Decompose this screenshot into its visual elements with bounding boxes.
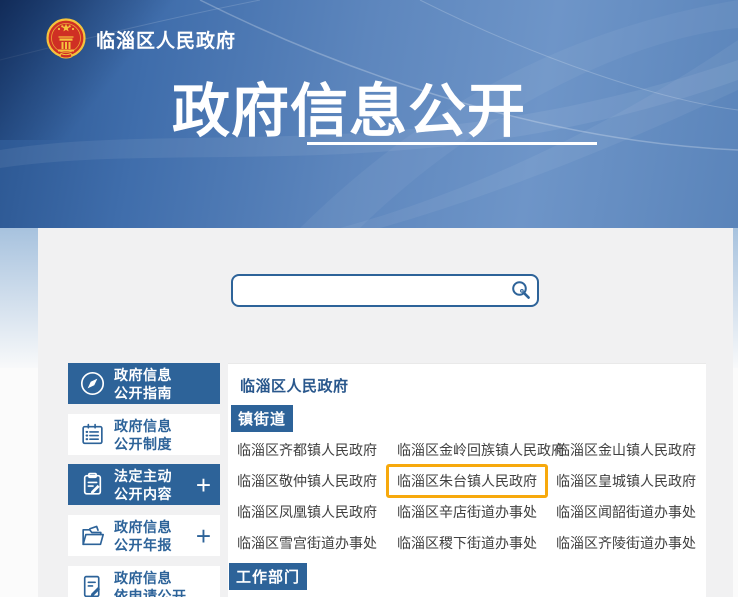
gov-link[interactable]: 临淄区皇城镇人民政府 bbox=[556, 471, 707, 491]
gov-link[interactable]: 临淄区金岭回族镇人民政府 bbox=[397, 440, 556, 460]
page: 临淄区人民政府 政府信息公开 bbox=[0, 0, 738, 597]
sidebar-item-guide[interactable]: 政府信息 公开指南 bbox=[68, 363, 220, 404]
page-title: 政府信息公开 bbox=[172, 64, 526, 148]
search-button[interactable] bbox=[505, 276, 537, 305]
section-badge-towns: 镇街道 bbox=[231, 405, 293, 432]
gov-link[interactable]: 临淄区辛店街道办事处 bbox=[397, 502, 556, 522]
sidebar-item-label: 法定主动 公开内容 bbox=[114, 467, 172, 503]
search-box bbox=[231, 274, 539, 307]
gov-link[interactable]: 临淄区敬仲镇人民政府 bbox=[237, 471, 397, 491]
background-right-strip bbox=[733, 228, 738, 368]
sidebar-item-rules[interactable]: 政府信息 公开制度 bbox=[68, 414, 220, 455]
section-badge-departments: 工作部门 bbox=[229, 563, 307, 590]
clipboard-pencil-icon bbox=[79, 471, 106, 498]
compass-icon bbox=[79, 370, 106, 397]
magnifier-icon bbox=[509, 279, 533, 303]
content-panel: 政府信息 公开指南 政府信息 公开制度 bbox=[38, 228, 733, 597]
sidebar-item-statutory-disclosure[interactable]: 法定主动 公开内容 + bbox=[68, 464, 220, 505]
expand-plus-icon[interactable]: + bbox=[196, 523, 211, 549]
town-links-grid: 临淄区齐都镇人民政府 临淄区金岭回族镇人民政府 临淄区金山镇人民政府 临淄区敬仲… bbox=[237, 434, 707, 558]
gov-link[interactable]: 临淄区凤凰镇人民政府 bbox=[237, 502, 397, 522]
sidebar-item-label: 政府信息 依申请公开 bbox=[114, 569, 187, 597]
ledger-list-icon bbox=[79, 421, 106, 448]
gov-link[interactable]: 临淄区雪宫街道办事处 bbox=[237, 533, 397, 553]
gov-link[interactable]: 临淄区闻韶街道办事处 bbox=[556, 502, 707, 522]
main-content: 临淄区人民政府 镇街道 临淄区齐都镇人民政府 临淄区金岭回族镇人民政府 临淄区金… bbox=[228, 363, 706, 597]
background-left-strip bbox=[0, 228, 40, 368]
sidebar-item-label: 政府信息 公开年报 bbox=[114, 518, 172, 554]
folder-icon bbox=[79, 522, 106, 549]
highlight-box: 临淄区朱台镇人民政府 bbox=[386, 464, 548, 498]
sidebar-item-annual-report[interactable]: 政府信息 公开年报 + bbox=[68, 515, 220, 556]
national-emblem-icon bbox=[46, 18, 86, 60]
document-pencil-icon bbox=[79, 573, 106, 597]
gov-link[interactable]: 临淄区稷下街道办事处 bbox=[397, 533, 556, 553]
expand-plus-icon[interactable]: + bbox=[196, 472, 211, 498]
main-heading: 临淄区人民政府 bbox=[240, 375, 349, 396]
sidebar-item-disclosure-upon-request[interactable]: 政府信息 依申请公开 bbox=[68, 566, 220, 597]
title-underline bbox=[307, 142, 597, 145]
gov-link-highlighted[interactable]: 临淄区朱台镇人民政府 bbox=[397, 464, 556, 498]
gov-link[interactable]: 临淄区金山镇人民政府 bbox=[556, 440, 707, 460]
search-input[interactable] bbox=[233, 276, 505, 305]
site-name: 临淄区人民政府 bbox=[96, 26, 236, 53]
gov-link[interactable]: 临淄区齐陵街道办事处 bbox=[556, 533, 707, 553]
brand[interactable]: 临淄区人民政府 bbox=[46, 18, 236, 60]
sidebar-item-label: 政府信息 公开指南 bbox=[114, 366, 172, 402]
gov-link[interactable]: 临淄区齐都镇人民政府 bbox=[237, 440, 397, 460]
banner: 临淄区人民政府 政府信息公开 bbox=[0, 0, 738, 228]
sidebar-item-label: 政府信息 公开制度 bbox=[114, 417, 172, 453]
